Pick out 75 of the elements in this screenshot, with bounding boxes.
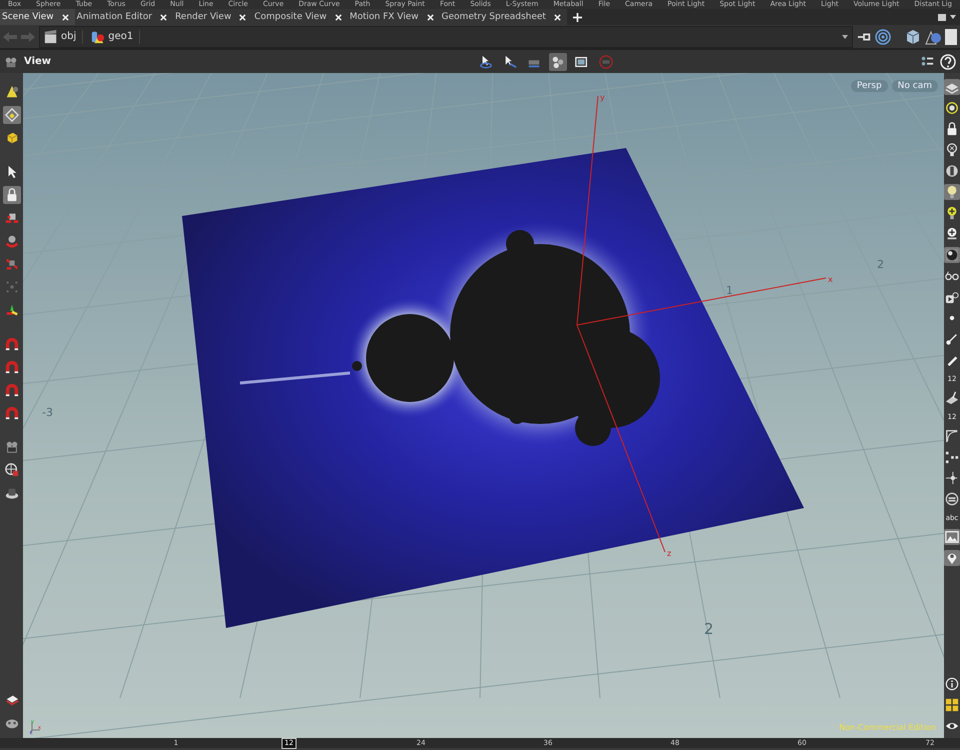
- light-bulb-icon[interactable]: [945, 185, 959, 199]
- path-field[interactable]: obj geo1: [39, 26, 853, 48]
- pane-tab[interactable]: Composite View: [252, 9, 348, 25]
- caret-icon[interactable]: [842, 34, 848, 38]
- edition-label: Non-Commercial Edition: [839, 723, 936, 732]
- curve-frame-icon[interactable]: [945, 429, 959, 443]
- window-icon[interactable]: [938, 14, 946, 20]
- bulb-pin-icon[interactable]: [945, 227, 959, 241]
- magnet-icon[interactable]: [4, 337, 18, 351]
- grid-label: 2: [877, 258, 884, 271]
- handle-icon[interactable]: [4, 303, 18, 317]
- plus-icon[interactable]: [572, 13, 582, 22]
- close-icon[interactable]: [426, 14, 434, 20]
- camera-icon[interactable]: [4, 440, 18, 454]
- node-graph-icon[interactable]: [945, 471, 959, 485]
- rotate-handle-icon[interactable]: [4, 234, 18, 248]
- quad-view-icon[interactable]: [945, 698, 959, 712]
- geometry-icon: [91, 30, 106, 44]
- scale-handle-icon[interactable]: [4, 257, 18, 271]
- cube-icon[interactable]: [4, 131, 18, 145]
- move-handle-icon[interactable]: [4, 211, 18, 225]
- viewport-icon[interactable]: [574, 54, 588, 68]
- plane-icon[interactable]: [945, 391, 959, 405]
- display-options-icon[interactable]: [920, 54, 934, 68]
- cone-icon[interactable]: [4, 85, 18, 99]
- half-circle-icon[interactable]: [945, 164, 959, 178]
- line-point-icon[interactable]: [945, 332, 959, 346]
- map-pin-icon[interactable]: [945, 551, 959, 565]
- diamond-icon[interactable]: [4, 108, 18, 122]
- bulb-crossed-icon[interactable]: [945, 143, 959, 157]
- close-icon[interactable]: [62, 14, 69, 20]
- grid-label: 1: [726, 284, 733, 297]
- circle-badge-icon[interactable]: [945, 101, 959, 115]
- info-icon[interactable]: [945, 677, 959, 691]
- tumble-icon[interactable]: [478, 54, 492, 68]
- magnet-icon[interactable]: [4, 406, 18, 420]
- bulb-plus-icon[interactable]: [945, 206, 959, 220]
- close-icon[interactable]: [239, 14, 246, 20]
- viewer-title: View: [24, 56, 52, 67]
- help-icon[interactable]: [940, 54, 956, 70]
- axis-label: z: [667, 549, 672, 558]
- clapper-icon: [44, 30, 58, 44]
- cube-icon[interactable]: [905, 28, 921, 44]
- pane-tab[interactable]: Geometry Spreadsheet: [440, 9, 567, 25]
- grid-label: 2: [704, 620, 714, 638]
- glasses-icon[interactable]: [945, 269, 959, 283]
- glasses-play-icon[interactable]: [945, 290, 959, 304]
- pane-tab[interactable]: Render View: [173, 9, 252, 25]
- shapes-icon[interactable]: [925, 28, 941, 44]
- caret-icon[interactable]: [950, 15, 956, 19]
- path-segment[interactable]: geo1: [108, 31, 134, 42]
- magnet-icon[interactable]: [4, 360, 18, 374]
- grid-label: -3: [42, 406, 53, 419]
- pane-tab[interactable]: Animation Editor: [74, 9, 174, 25]
- close-icon[interactable]: [160, 14, 168, 20]
- panel-icon[interactable]: [945, 28, 957, 44]
- circle-lines-icon[interactable]: [945, 492, 959, 506]
- handles-icon[interactable]: [550, 54, 564, 68]
- select-icon[interactable]: [502, 54, 516, 68]
- magnet-icon[interactable]: [4, 383, 18, 397]
- lock-icon[interactable]: [945, 122, 959, 136]
- axis-label: y: [600, 93, 605, 102]
- image-icon[interactable]: [945, 530, 959, 544]
- close-icon[interactable]: [554, 14, 561, 20]
- path-segment[interactable]: obj: [61, 31, 76, 42]
- axis-label: x: [828, 275, 833, 284]
- camera-icon[interactable]: [4, 54, 18, 68]
- target-icon[interactable]: [875, 28, 891, 44]
- close-icon[interactable]: [334, 14, 342, 20]
- globe-icon[interactable]: [4, 463, 18, 477]
- point-grid-icon[interactable]: [945, 450, 959, 464]
- dots-icon[interactable]: [4, 280, 18, 294]
- shaded-sphere-icon[interactable]: [945, 248, 959, 262]
- pane-tab[interactable]: Scene View: [0, 9, 75, 25]
- pane-tab[interactable]: Motion FX View: [348, 9, 440, 25]
